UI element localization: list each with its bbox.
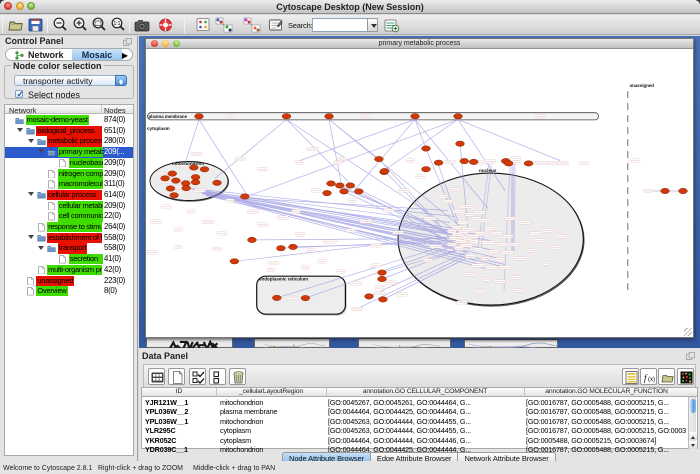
svg-text:nucleus: nucleus <box>479 168 497 173</box>
svg-text:unassigned: unassigned <box>630 83 655 88</box>
svg-text:mitochondrion: mitochondrion <box>172 161 204 166</box>
svg-text:(x): (x) <box>648 377 655 383</box>
svg-text:1:1: 1:1 <box>114 21 121 27</box>
svg-text:endoplasmic reticulum: endoplasmic reticulum <box>259 276 308 281</box>
svg-text:plasma membrane: plasma membrane <box>149 114 188 119</box>
svg-text:cytoplasm: cytoplasm <box>147 126 170 131</box>
